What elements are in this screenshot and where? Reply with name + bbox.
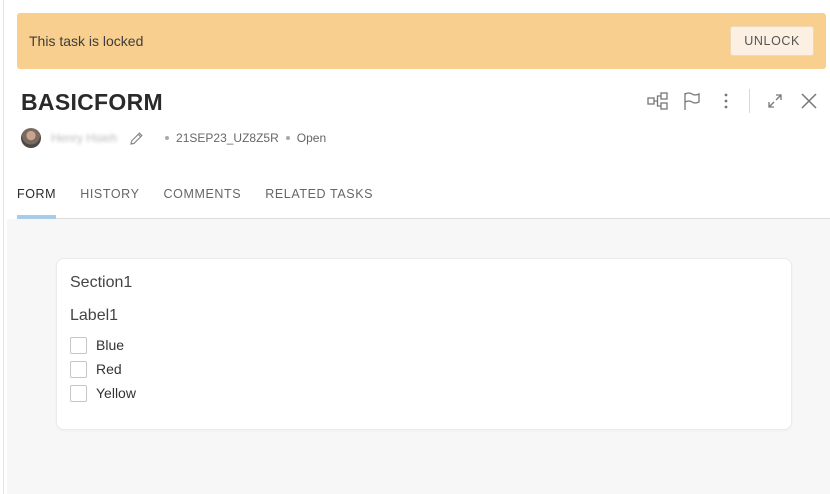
checkbox[interactable] bbox=[70, 360, 87, 378]
checkbox[interactable] bbox=[70, 336, 87, 354]
task-title: BASICFORM bbox=[21, 89, 163, 115]
checkbox-option-blue[interactable]: Blue bbox=[70, 333, 136, 357]
edit-pencil-icon[interactable] bbox=[129, 131, 144, 146]
more-options-icon[interactable] bbox=[713, 88, 739, 114]
tab-form[interactable]: FORM bbox=[17, 178, 57, 219]
avatar[interactable] bbox=[21, 128, 41, 148]
tab-history[interactable]: HISTORY bbox=[80, 178, 139, 218]
separator-dot bbox=[165, 136, 170, 140]
separator-dot bbox=[285, 136, 290, 140]
header-actions bbox=[637, 88, 822, 114]
checkbox-label[interactable]: Yellow bbox=[96, 385, 136, 401]
form-content-area: Section1 Label1 Blue Red Yellow bbox=[7, 219, 830, 494]
checkbox-option-yellow[interactable]: Yellow bbox=[70, 381, 136, 405]
expand-icon[interactable] bbox=[762, 88, 788, 114]
tab-related-tasks[interactable]: RELATED TASKS bbox=[265, 178, 373, 218]
tab-comments[interactable]: COMMENTS bbox=[164, 178, 242, 218]
assignee-name[interactable]: Henry Hsieh bbox=[51, 131, 117, 145]
field-label: Label1 bbox=[70, 307, 119, 324]
task-meta: Henry Hsieh 21SEP23_UZ8Z5R Open bbox=[21, 128, 326, 148]
locked-message: This task is locked bbox=[29, 33, 144, 49]
checkbox-group: Blue Red Yellow bbox=[70, 333, 136, 405]
workflow-icon[interactable] bbox=[645, 88, 671, 114]
checkbox[interactable] bbox=[70, 384, 87, 402]
header-divider bbox=[749, 89, 750, 113]
task-status: Open bbox=[296, 131, 327, 145]
unlock-button[interactable]: UNLOCK bbox=[730, 26, 814, 56]
close-icon[interactable] bbox=[796, 88, 822, 114]
form-section-card: Section1 Label1 Blue Red Yellow bbox=[57, 259, 791, 429]
task-panel: This task is locked UNLOCK BASICFORM Hen… bbox=[3, 0, 830, 494]
checkbox-label[interactable]: Blue bbox=[96, 337, 124, 353]
task-id: 21SEP23_UZ8Z5R bbox=[176, 131, 279, 145]
checkbox-option-red[interactable]: Red bbox=[70, 357, 136, 381]
section-title: Section1 bbox=[70, 274, 133, 291]
task-tabs: FORM HISTORY COMMENTS RELATED TASKS bbox=[17, 178, 830, 219]
flag-icon[interactable] bbox=[679, 88, 705, 114]
locked-banner: This task is locked UNLOCK bbox=[17, 13, 826, 69]
checkbox-label[interactable]: Red bbox=[96, 361, 122, 377]
